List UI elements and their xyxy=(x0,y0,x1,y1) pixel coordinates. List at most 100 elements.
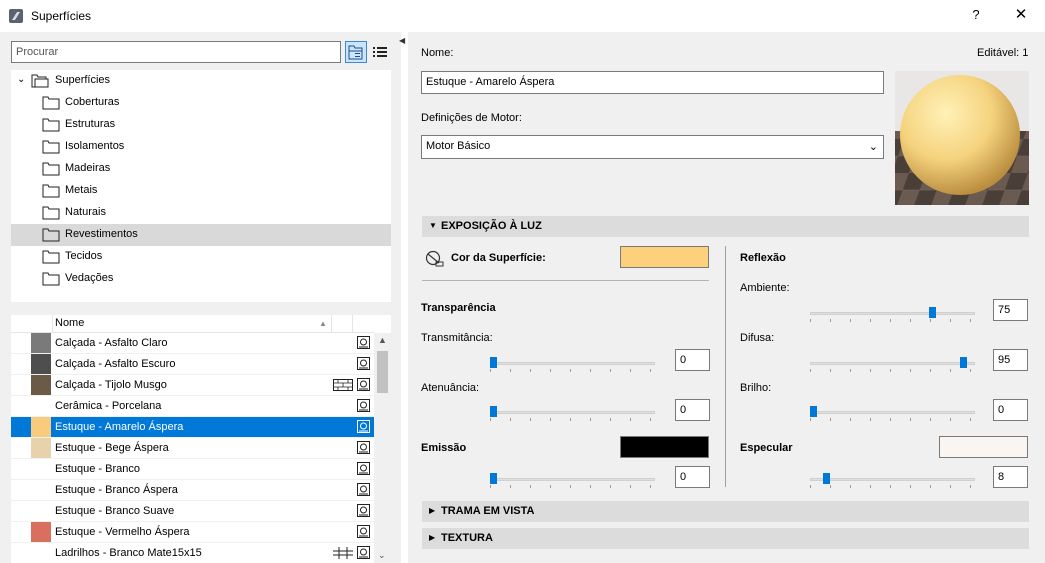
render-preview-icon xyxy=(357,504,370,517)
tree-folder[interactable]: Estruturas xyxy=(11,114,391,136)
color-swatch xyxy=(31,480,51,500)
app-icon xyxy=(9,9,23,23)
slider-thumb[interactable] xyxy=(490,357,497,368)
engine-select-value: Motor Básico xyxy=(426,140,491,152)
slider-thumb[interactable] xyxy=(490,473,497,484)
list-item[interactable]: Calçada - Tijolo Musgo xyxy=(11,375,374,396)
list-item[interactable]: Estuque - Amarelo Áspera xyxy=(11,417,374,438)
library-folder-icon xyxy=(31,74,49,88)
emission-input[interactable]: 0 xyxy=(675,466,710,488)
list-item[interactable]: Estuque - Vermelho Áspera xyxy=(11,522,374,543)
emission-slider[interactable] xyxy=(490,473,655,488)
diffuse-input[interactable]: 95 xyxy=(993,349,1028,371)
tree-folder-label: Isolamentos xyxy=(65,140,125,152)
transmittance-input[interactable]: 0 xyxy=(675,349,710,371)
folder-icon xyxy=(42,272,60,286)
tree-folder[interactable]: Metais xyxy=(11,180,391,202)
folder-tree: ⌄ Superfícies Coberturas Estruturas Isolam… xyxy=(11,70,391,302)
scroll-down-icon[interactable]: ⌄ xyxy=(378,550,386,561)
slider-thumb[interactable] xyxy=(929,307,936,318)
surface-list: Nome ▲ Calçada - Asfalto Claro Calçada - … xyxy=(11,315,391,563)
name-column-header[interactable]: Nome xyxy=(55,317,84,329)
specular-color-swatch[interactable] xyxy=(939,436,1028,458)
surface-color-label: Cor da Superfície: xyxy=(451,252,546,264)
name-field[interactable]: Estuque - Amarelo Áspera xyxy=(421,71,884,94)
render-preview-icon xyxy=(357,336,370,349)
tree-folder[interactable]: Revestimentos xyxy=(11,224,391,246)
pattern-column-header[interactable] xyxy=(331,315,353,333)
scroll-up-icon[interactable]: ▲ xyxy=(378,335,387,345)
list-item[interactable]: Calçada - Asfalto Claro xyxy=(11,333,374,354)
emission-color-swatch[interactable] xyxy=(620,436,709,458)
specular-input[interactable]: 8 xyxy=(993,466,1028,488)
list-item-name: Calçada - Asfalto Claro xyxy=(55,337,168,349)
attenuation-label: Atenuância: xyxy=(421,382,480,394)
color-swatch xyxy=(31,396,51,416)
list-item[interactable]: Estuque - Branco Áspera xyxy=(11,480,374,501)
attenuation-input[interactable]: 0 xyxy=(675,399,710,421)
tree-folder[interactable]: Tecidos xyxy=(11,246,391,268)
list-item[interactable]: Calçada - Asfalto Escuro xyxy=(11,354,374,375)
tree-root[interactable]: ⌄ Superfícies xyxy=(11,70,391,92)
slider-thumb[interactable] xyxy=(810,406,817,417)
engine-label: Definições de Motor: xyxy=(421,112,522,124)
ambient-input[interactable]: 75 xyxy=(993,299,1028,321)
list-icon xyxy=(373,47,387,57)
search-input[interactable]: Procurar xyxy=(11,41,341,63)
pane-splitter[interactable] xyxy=(11,302,391,310)
slider-thumb[interactable] xyxy=(960,357,967,368)
diffuse-slider[interactable] xyxy=(810,357,975,372)
divider xyxy=(422,280,709,281)
help-button[interactable]: ? xyxy=(966,5,986,25)
tree-folder[interactable]: Coberturas xyxy=(11,92,391,114)
render-preview-icon xyxy=(357,483,370,496)
tree-folder-label: Tecidos xyxy=(65,250,103,262)
tree-folder[interactable]: Naturais xyxy=(11,202,391,224)
ambient-slider[interactable] xyxy=(810,307,975,322)
diffuse-label: Difusa: xyxy=(740,332,775,344)
shine-input[interactable]: 0 xyxy=(993,399,1028,421)
specular-slider[interactable] xyxy=(810,473,975,488)
tree-folder[interactable]: Vedações xyxy=(11,268,391,290)
tree-view-button[interactable] xyxy=(345,41,367,63)
list-item[interactable]: Estuque - Bege Áspera xyxy=(11,438,374,459)
texture-section-header[interactable]: ▶ TEXTURA xyxy=(422,528,1029,549)
swatch-column-header[interactable] xyxy=(31,315,53,333)
list-item[interactable]: Estuque - Branco Suave xyxy=(11,501,374,522)
list-view-button[interactable] xyxy=(369,41,391,63)
title-bar: Superfícies ? ✕ xyxy=(0,0,1045,32)
light-section-header[interactable]: ▼ EXPOSIÇÃO À LUZ xyxy=(422,216,1029,237)
list-item[interactable]: Ladrilhos - Branco Mate15x15 xyxy=(11,543,374,563)
attenuation-slider[interactable] xyxy=(490,406,655,421)
texture-section-title: TEXTURA xyxy=(441,532,493,544)
list-item-name: Ladrilhos - Branco Mate15x15 xyxy=(55,547,202,559)
left-pane: Procurar ⌄ Superfícies Coberturas Estrutu… xyxy=(0,32,401,563)
list-item[interactable]: Cerâmica - Porcelana xyxy=(11,396,374,417)
chevron-down-icon[interactable]: ⌄ xyxy=(17,74,25,85)
list-item-name: Estuque - Amarelo Áspera xyxy=(55,421,184,433)
shine-slider[interactable] xyxy=(810,406,975,421)
color-swatch xyxy=(31,333,51,353)
expand-right-icon: ▶ xyxy=(429,533,436,542)
folder-icon xyxy=(42,118,60,132)
close-button[interactable]: ✕ xyxy=(1010,5,1032,25)
surface-color-swatch[interactable] xyxy=(620,246,709,268)
engine-select[interactable]: Motor Básico ⌄ xyxy=(421,135,884,159)
sphere-preview-image xyxy=(895,71,1029,205)
slider-thumb[interactable] xyxy=(823,473,830,484)
grid-pattern-icon xyxy=(333,547,353,559)
collapse-pane-icon[interactable]: ◀ xyxy=(399,36,405,45)
list-item[interactable]: Estuque - Branco xyxy=(11,459,374,480)
scroll-thumb[interactable] xyxy=(377,351,388,393)
transmittance-slider[interactable] xyxy=(490,357,655,372)
tree-folder[interactable]: Isolamentos xyxy=(11,136,391,158)
list-item-name: Calçada - Tijolo Musgo xyxy=(55,379,167,391)
tree-folder-label: Metais xyxy=(65,184,98,196)
name-label: Nome: xyxy=(421,47,454,59)
render-preview-icon xyxy=(357,441,370,454)
list-scrollbar[interactable]: ▲ ⌄ xyxy=(374,333,391,563)
slider-thumb[interactable] xyxy=(490,406,497,417)
tree-folder[interactable]: Madeiras xyxy=(11,158,391,180)
search-placeholder: Procurar xyxy=(16,46,59,58)
trama-section-header[interactable]: ▶ TRAMA EM VISTA xyxy=(422,501,1029,522)
